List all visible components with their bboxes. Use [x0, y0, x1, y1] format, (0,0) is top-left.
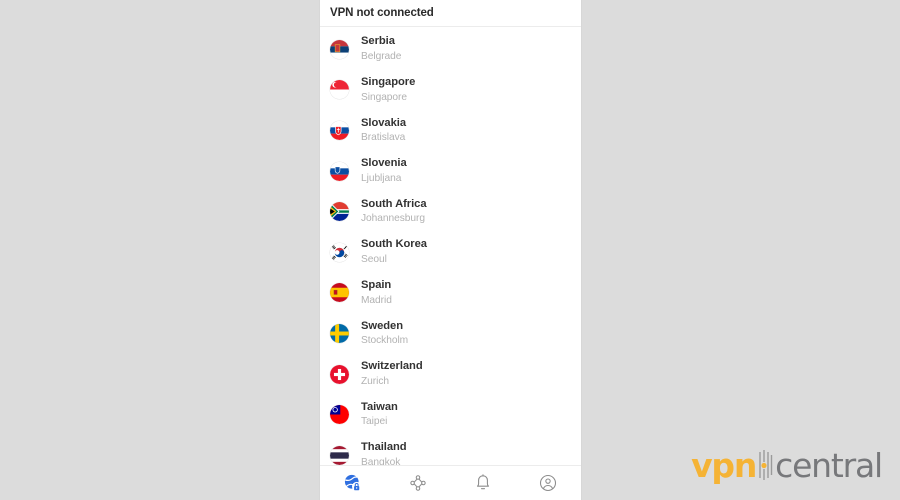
bottom-navigation-bar [320, 465, 581, 500]
nav-item-account[interactable] [525, 467, 571, 499]
server-row[interactable]: South Africa Johannesburg [320, 191, 581, 232]
server-city-name: Taipei [361, 416, 388, 428]
server-row[interactable]: Slovenia Ljubljana [320, 151, 581, 192]
flag-slovakia-icon [330, 120, 349, 140]
server-row[interactable]: Singapore Singapore [320, 70, 581, 111]
server-row[interactable]: South Korea Seoul [320, 232, 581, 273]
server-country-name: South Africa [361, 197, 427, 210]
server-row-text: Sweden Stockholm [361, 319, 409, 347]
server-city-name: Bratislava [361, 132, 406, 144]
server-row[interactable]: Taiwan Taipei [320, 394, 581, 435]
server-row-text: Spain Madrid [361, 278, 392, 306]
vpn-app-panel: VPN not connected Serbia Belgrade Singapor… [320, 0, 581, 500]
server-country-name: Taiwan [361, 400, 398, 413]
flag-south-africa-icon [330, 202, 349, 222]
server-row-text: Taiwan Taipei [361, 400, 398, 428]
flag-slovenia-icon [330, 161, 349, 181]
server-country-name: South Korea [361, 238, 427, 251]
server-row-text: South Africa Johannesburg [361, 197, 427, 225]
server-row[interactable]: Thailand Bangkok [320, 435, 581, 465]
nav-item-notifications[interactable] [460, 467, 506, 499]
server-city-name: Stockholm [361, 335, 409, 347]
server-country-name: Serbia [361, 35, 395, 48]
server-row-text: Thailand Bangkok [361, 442, 407, 465]
server-country-name: Switzerland [361, 360, 423, 373]
server-city-name: Zurich [361, 375, 390, 387]
server-row-text: Singapore Singapore [361, 75, 416, 103]
server-row-text: South Korea Seoul [361, 239, 427, 265]
flag-sweden-icon [330, 323, 349, 343]
server-city-name: Singapore [361, 91, 407, 103]
server-country-name: Slovenia [361, 157, 407, 170]
server-list[interactable]: Serbia Belgrade Singapore Singapore Slovakia… [320, 27, 581, 465]
server-country-name: Slovakia [361, 116, 407, 129]
server-country-name: Sweden [361, 319, 403, 332]
server-row[interactable]: Sweden Stockholm [320, 313, 581, 354]
server-row-text: Slovakia Bratislava [361, 116, 407, 144]
flag-taiwan-icon [330, 405, 349, 425]
server-row-text: Switzerland Zurich [361, 360, 423, 387]
server-row[interactable]: Switzerland Zurich [320, 354, 581, 395]
panel-header: VPN not connected [320, 0, 581, 27]
server-row[interactable]: Slovakia Bratislava [320, 110, 581, 151]
globe-lock-icon [343, 473, 363, 493]
server-country-name: Spain [361, 278, 392, 291]
account-circle-icon [538, 473, 558, 493]
vpncentral-watermark: vpn central [691, 445, 883, 485]
server-row-text: Serbia Belgrade [361, 36, 401, 62]
server-row[interactable]: Spain Madrid [320, 273, 581, 314]
server-country-name: Thailand [361, 441, 407, 454]
nav-item-vpn[interactable] [330, 467, 376, 499]
vpn-status-text: VPN not connected [330, 7, 434, 19]
bell-icon [473, 473, 493, 493]
flag-thailand-icon [330, 445, 349, 465]
server-row-text: Slovenia Ljubljana [361, 157, 407, 184]
server-row[interactable]: Serbia Belgrade [320, 29, 581, 70]
nav-item-network[interactable] [395, 467, 441, 499]
watermark-central-text: central [775, 445, 883, 485]
watermark-vpn-text: vpn [691, 445, 757, 485]
flag-singapore-icon [330, 80, 349, 100]
flag-spain-icon [330, 283, 349, 303]
server-city-name: Bangkok [361, 456, 401, 465]
mesh-network-icon [408, 473, 428, 493]
server-country-name: Singapore [361, 75, 416, 88]
flag-south-korea-icon [330, 242, 349, 262]
watermark-separator-icon [757, 450, 774, 480]
server-city-name: Ljubljana [361, 172, 402, 184]
server-city-name: Madrid [361, 294, 392, 306]
server-city-name: Johannesburg [361, 213, 425, 225]
server-city-name: Belgrade [361, 51, 402, 63]
server-city-name: Seoul [361, 254, 387, 266]
flag-serbia-icon [330, 39, 349, 59]
flag-switzerland-icon [330, 364, 349, 384]
